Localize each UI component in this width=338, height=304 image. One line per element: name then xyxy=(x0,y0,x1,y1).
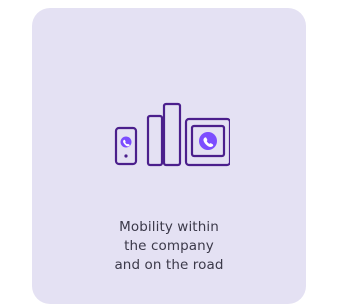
devices-call-icon xyxy=(114,102,230,167)
feature-caption: Mobility within the company and on the r… xyxy=(32,218,306,275)
feature-card: Mobility within the company and on the r… xyxy=(32,8,306,304)
caption-line-3: and on the road xyxy=(114,257,224,273)
caption-line-2: the company xyxy=(124,238,214,254)
caption-line-1: Mobility within xyxy=(119,219,219,235)
